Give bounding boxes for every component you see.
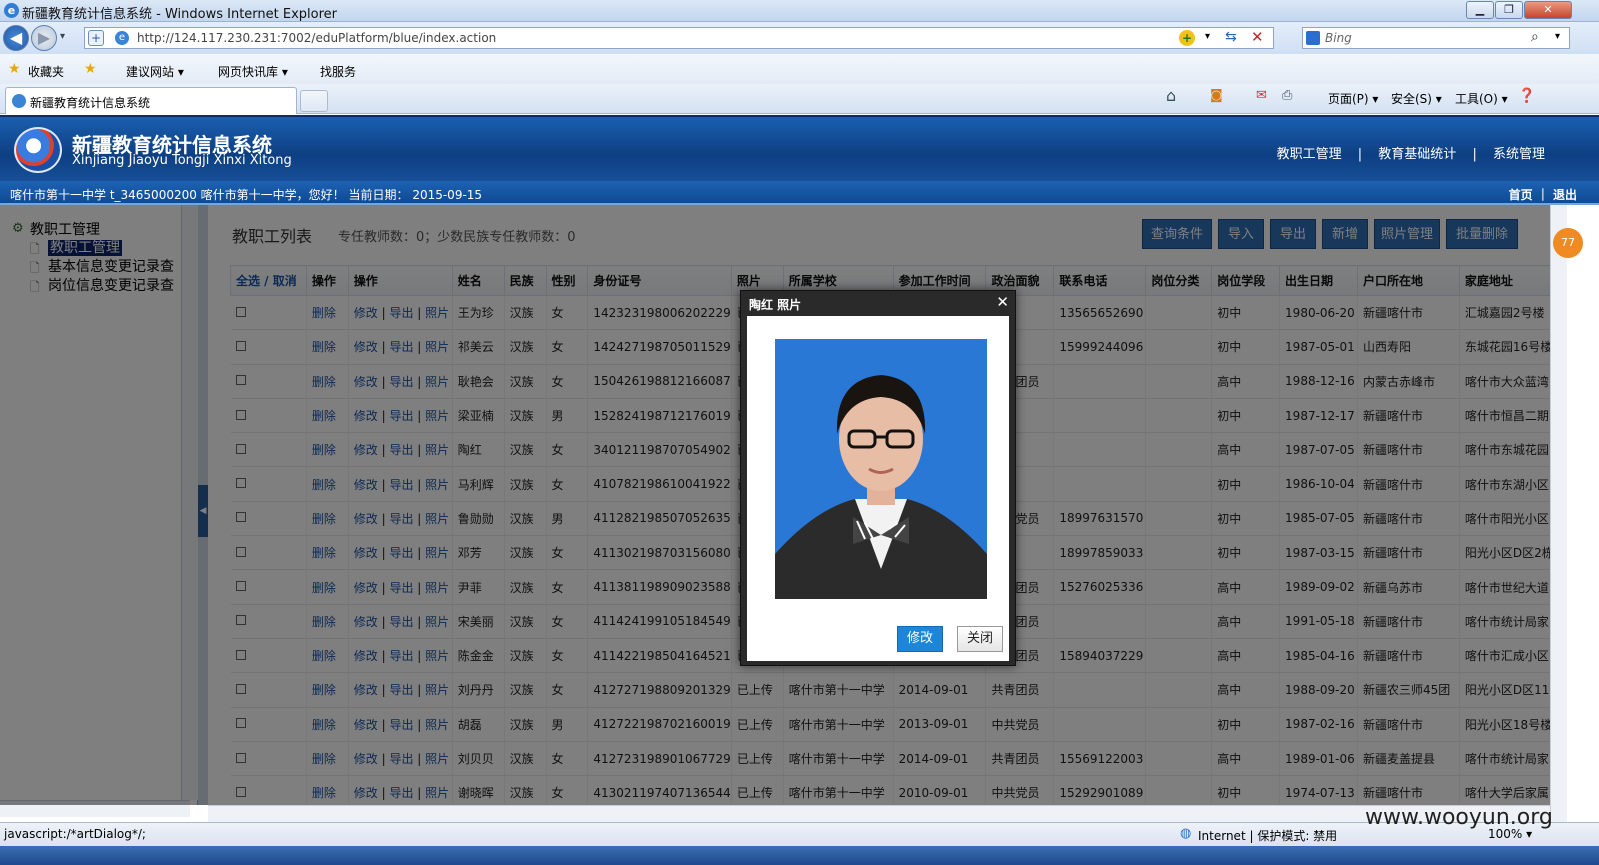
fav-item-webslice[interactable]: 网页快讯库 ▾ [218,63,288,80]
nav-staff-management[interactable]: 教职工管理 [1277,147,1342,162]
main-horizontal-scrollbar[interactable] [208,805,1550,822]
feeds-icon[interactable]: ◙ [1210,88,1223,103]
minimize-button[interactable]: ▁ [1466,1,1494,19]
search-box[interactable]: Bing ⌕ ▾ [1302,27,1570,49]
app-subtitle: Xinjiang Jiaoyu Tongji Xinxi Xitong [72,153,292,168]
portrait-image [775,339,987,599]
window-title: 新疆教育统计信息系统 - Windows Internet Explorer [22,7,337,22]
favorites-bar: ★ 收藏夹 ★ 建议网站 ▾ 网页快讯库 ▾ 找服务 [0,54,1599,84]
status-bar: javascript:/*artDialog*/; ◍ Internet | 保… [0,822,1599,846]
navigation-bar: ◀ ▶ ▾ + e http://124.117.230.231:7002/ed… [0,22,1599,54]
address-bar[interactable]: + e http://124.117.230.231:7002/eduPlatf… [84,27,1274,49]
nav-basic-statistics[interactable]: 教育基础统计 [1378,147,1456,162]
favorites-star-icon: ★ [8,61,21,77]
zone-text[interactable]: Internet | 保护模式: 禁用 [1198,827,1337,844]
history-dropdown-icon[interactable]: ▾ [60,31,65,42]
floating-badge[interactable]: 77 [1553,228,1583,258]
nav-system-management[interactable]: 系统管理 [1493,147,1545,162]
window-close-button[interactable]: ✕ [1524,1,1572,19]
tab-label: 新疆教育统计信息系统 [30,96,151,110]
info-bar: 喀什市第十一中学 t_3465000200 喀什市第十一中学，您好！ 当前日期：… [0,181,1599,205]
watermark: www.wooyun.org [1365,805,1553,830]
app-header: 新疆教育统计信息系统 Xinjiang Jiaoyu Tongji Xinxi … [0,115,1599,181]
tab-page-icon [12,94,26,108]
top-nav: 教职工管理 | 教育基础统计 | 系统管理 [1271,143,1551,162]
browser-tab-active[interactable]: 新疆教育统计信息系统 [5,87,297,114]
new-tab-button[interactable] [300,90,328,112]
app-logo [14,127,62,173]
photo-dialog: 陶红 照片 ✕ 修改 关闭 [740,290,1016,666]
url-text[interactable]: http://124.117.230.231:7002/eduPlatform/… [137,31,496,45]
fav-item-services[interactable]: 找服务 [320,63,356,80]
compat-view-icon[interactable]: + [1179,30,1195,46]
nav-separator: | [1357,147,1363,162]
page-icon: e [115,31,129,45]
search-placeholder: Bing [1325,31,1352,45]
maximize-button[interactable]: ❐ [1495,1,1523,19]
page-vertical-scrollbar[interactable] [1550,205,1567,822]
close-dialog-button[interactable]: 关闭 [957,626,1003,652]
safety-menu[interactable]: 安全(S) ▾ [1391,90,1442,107]
internet-zone-icon: ◍ [1180,826,1192,841]
home-icon[interactable]: ⌂ [1166,86,1176,105]
home-logout-links[interactable]: 首页 ｜ 退出 [1509,186,1577,203]
edit-photo-button[interactable]: 修改 [897,626,943,652]
add-favorite-icon[interactable]: ★ [84,61,97,77]
print-icon[interactable]: ⎙ [1282,88,1292,103]
help-icon[interactable]: ❓ [1518,88,1535,104]
user-greeting: 喀什市第十一中学 t_3465000200 喀什市第十一中学，您好！ 当前日期：… [10,188,483,202]
refresh-icon[interactable]: ⇆ [1225,29,1237,45]
taskbar [0,846,1599,865]
search-icon[interactable]: ⌕ [1531,29,1539,45]
back-button[interactable]: ◀ [3,25,29,51]
page-menu[interactable]: 页面(P) ▾ [1328,90,1378,107]
dialog-close-icon[interactable]: ✕ [996,293,1009,311]
forward-button[interactable]: ▶ [31,25,57,51]
nav-separator: | [1472,147,1477,162]
dialog-body: 修改 关闭 [747,316,1009,661]
mail-icon[interactable]: ✉ [1256,88,1267,103]
tools-menu[interactable]: 工具(O) ▾ [1455,90,1508,107]
fav-item-suggested[interactable]: 建议网站 ▾ [126,63,184,80]
favorites-button[interactable]: 收藏夹 [28,63,64,80]
address-dropdown-icon[interactable]: ▾ [1205,31,1210,42]
status-text: javascript:/*artDialog*/; [4,827,146,841]
tab-row: 新疆教育统计信息系统 ⌂ ◙ ✉ ⎙ 页面(P) ▾ 安全(S) ▾ 工具(O)… [0,84,1599,114]
window-titlebar: e 新疆教育统计信息系统 - Windows Internet Explorer… [0,0,1599,22]
stop-icon[interactable]: ✕ [1251,28,1264,46]
ie-logo-icon: e [4,3,19,18]
search-dropdown-icon[interactable]: ▾ [1555,31,1560,42]
staff-photo [775,339,987,599]
dialog-title: 陶红 照片 [749,298,802,312]
add-tab-icon[interactable]: + [88,30,104,46]
bing-icon [1306,31,1320,45]
